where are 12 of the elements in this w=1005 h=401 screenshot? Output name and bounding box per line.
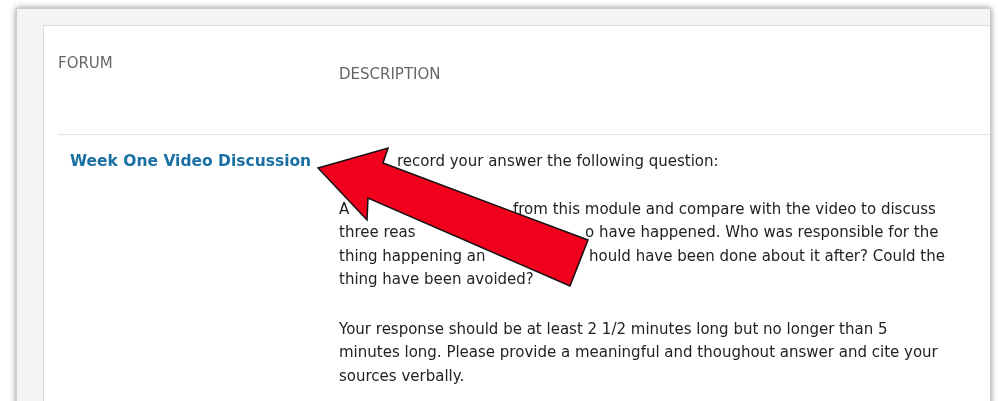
description-text: thing happening an (339, 246, 486, 265)
description-text: o have happened. Who was responsible for the (585, 223, 939, 241)
description-text: three reas (339, 223, 416, 241)
description-text: from this module and compare with the video to discuss (513, 199, 936, 218)
column-header: FORUM (58, 54, 113, 72)
description-text: A (339, 199, 350, 218)
forum-link[interactable]: Week One Video Discussion (70, 152, 312, 170)
description-text: hould have been done about it after? Could the (589, 246, 945, 265)
description-text: thing have been avoided? (339, 270, 534, 288)
description-text: record your answer the following question: (397, 152, 719, 170)
description-text: Your response should be at least 2 1/2 minutes long but no longer than 5 minutes long. Please provide a meaningful and thoughout answer and cite your sources verbally. (339, 318, 939, 387)
column-header: DESCRIPTION (339, 64, 441, 83)
